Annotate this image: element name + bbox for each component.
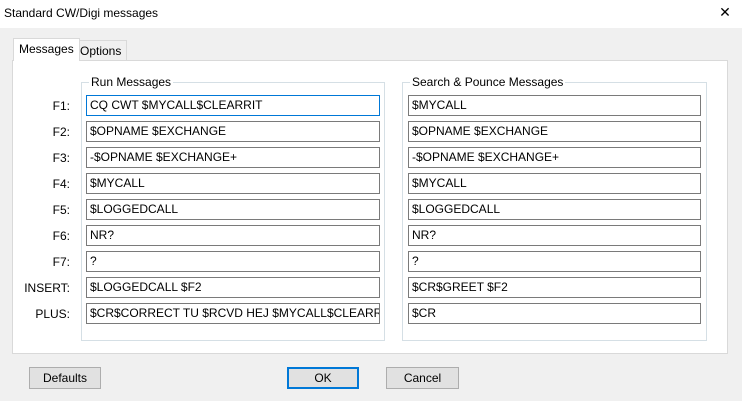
tab-options[interactable]: Options: [74, 40, 128, 61]
row-label-f2: F2:: [52, 125, 70, 139]
run-field-f7[interactable]: ?: [86, 251, 380, 272]
sp-messages-label: Search & Pounce Messages: [410, 75, 566, 89]
defaults-button[interactable]: Defaults: [29, 367, 101, 389]
sp-field-f6[interactable]: NR?: [408, 225, 701, 246]
run-field-f6[interactable]: NR?: [86, 225, 380, 246]
run-field-f3[interactable]: -$OPNAME $EXCHANGE+: [86, 147, 380, 168]
sp-field-f1[interactable]: $MYCALL: [408, 95, 701, 116]
run-field-f2[interactable]: $OPNAME $EXCHANGE: [86, 121, 380, 142]
run-messages-label: Run Messages: [89, 75, 174, 89]
run-field-insert[interactable]: $LOGGEDCALL $F2: [86, 277, 380, 298]
row-label-f3: F3:: [52, 151, 70, 165]
row-label-f1: F1:: [52, 99, 70, 113]
ok-button[interactable]: OK: [287, 367, 359, 389]
sp-field-f7[interactable]: ?: [408, 251, 701, 272]
run-field-f1[interactable]: CQ CWT $MYCALL$CLEARRIT: [86, 95, 380, 116]
sp-field-f5[interactable]: $LOGGEDCALL: [408, 199, 701, 220]
row-label-insert: INSERT:: [24, 281, 70, 295]
run-field-plus[interactable]: $CR$CORRECT TU $RCVD HEJ $MYCALL$CLEARRI…: [86, 303, 380, 324]
row-label-f4: F4:: [52, 177, 70, 191]
cancel-button[interactable]: Cancel: [386, 367, 459, 389]
window-title: Standard CW/Digi messages: [4, 6, 159, 20]
run-field-f5[interactable]: $LOGGEDCALL: [86, 199, 380, 220]
row-label-f5: F5:: [52, 203, 70, 217]
row-label-f6: F6:: [52, 229, 70, 243]
tab-messages[interactable]: Messages: [13, 38, 80, 61]
close-icon[interactable]: ✕: [718, 4, 732, 20]
sp-field-f3[interactable]: -$OPNAME $EXCHANGE+: [408, 147, 701, 168]
row-label-plus: PLUS:: [35, 307, 70, 321]
messages-tab-panel: Run Messages Search & Pounce Messages F1…: [12, 60, 728, 354]
title-bar: Standard CW/Digi messages ✕: [0, 0, 742, 28]
sp-field-plus[interactable]: $CR: [408, 303, 701, 324]
sp-field-f2[interactable]: $OPNAME $EXCHANGE: [408, 121, 701, 142]
sp-field-f4[interactable]: $MYCALL: [408, 173, 701, 194]
sp-field-insert[interactable]: $CR$GREET $F2: [408, 277, 701, 298]
row-label-f7: F7:: [52, 255, 70, 269]
run-field-f4[interactable]: $MYCALL: [86, 173, 380, 194]
